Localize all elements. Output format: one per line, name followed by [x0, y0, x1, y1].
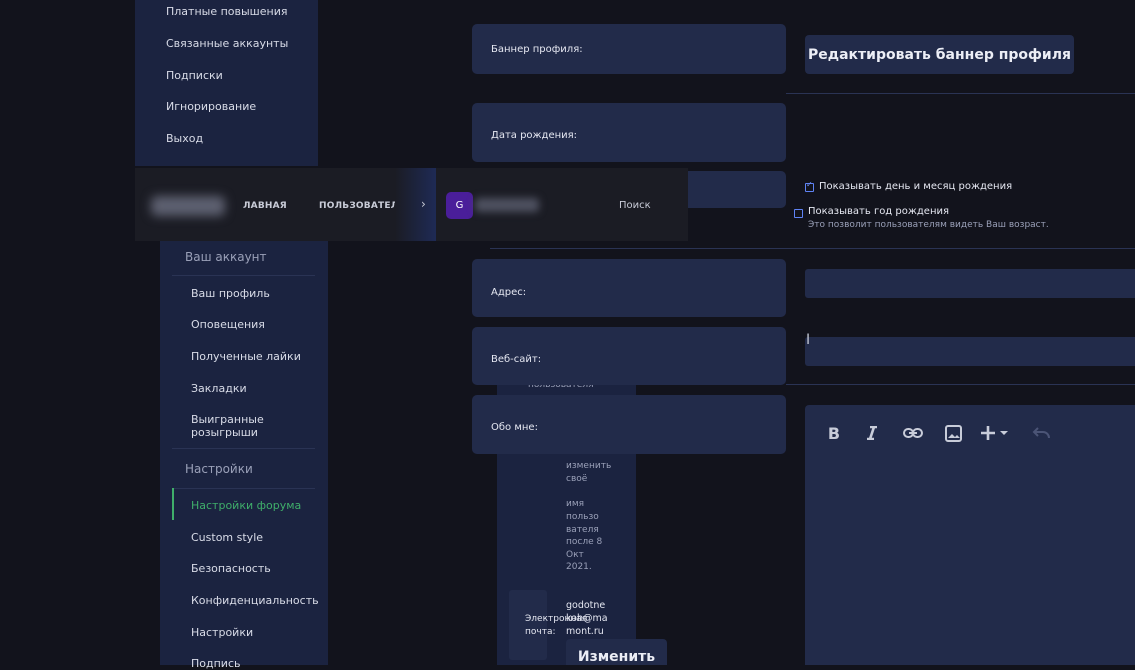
settings-sidebar: Ваш аккаунт Ваш профиль Оповещения Получ…: [160, 240, 328, 670]
website-label: Веб-сайт:: [491, 354, 542, 365]
birthday-label: Дата рождения:: [491, 130, 578, 141]
about-label: Обо мне:: [491, 422, 538, 433]
top-navigation-bar: ЛАВНАЯ ПОЛЬЗОВАТЕЛИ › G Поиск: [135, 168, 688, 241]
divider: [172, 448, 315, 449]
note-line: 2021.: [566, 562, 592, 572]
nav-fade: [395, 168, 436, 241]
show-day-month-label[interactable]: Показывать день и месяц рождения: [819, 181, 1012, 192]
show-year-checkbox[interactable]: [794, 209, 803, 218]
search-button[interactable]: Поиск: [619, 200, 651, 211]
sidebar-item-forum-settings[interactable]: Настройки форума: [191, 499, 301, 512]
nav-home[interactable]: ЛАВНАЯ: [243, 201, 287, 211]
sidebar-item-signature[interactable]: Подпись: [191, 657, 240, 670]
about-label-card: Обо мне:: [472, 395, 786, 454]
about-editor[interactable]: B: [805, 405, 1135, 665]
sidebar-item-giveaways[interactable]: Выигранные розыгрыши: [191, 413, 271, 439]
divider: [786, 93, 1135, 94]
change-email-button[interactable]: Изменить: [566, 639, 667, 665]
note-line: вателя: [566, 525, 599, 535]
note-line: после 8: [566, 537, 603, 547]
image-icon[interactable]: [943, 422, 963, 444]
bold-icon[interactable]: B: [825, 422, 843, 444]
undo-icon[interactable]: [1031, 422, 1053, 444]
divider: [786, 384, 1135, 385]
menu-item-paid-upgrades[interactable]: Платные повышения: [166, 5, 287, 18]
nav-users[interactable]: ПОЛЬЗОВАТЕЛИ: [319, 201, 406, 211]
username-blurred[interactable]: [475, 198, 539, 212]
sidebar-item-custom-style[interactable]: Custom style: [191, 531, 263, 544]
show-year-label[interactable]: Показывать год рождения: [808, 206, 949, 217]
link-icon[interactable]: [901, 422, 925, 444]
website-input[interactable]: [805, 337, 1135, 366]
email-value-line: mont.ru: [566, 626, 604, 637]
italic-icon[interactable]: [863, 422, 881, 444]
divider: [490, 248, 1135, 249]
sidebar-header-settings: Настройки: [185, 462, 253, 476]
address-label-card: Адрес:: [472, 259, 786, 317]
account-dropdown-menu: Платные повышения Связанные аккаунты Под…: [135, 0, 318, 166]
show-year-hint: Это позволит пользователям видеть Ваш во…: [808, 220, 1049, 230]
banner-label: Баннер профиля:: [491, 44, 583, 55]
sidebar-item-security[interactable]: Безопасность: [191, 562, 271, 575]
sidebar-item-alerts[interactable]: Оповещения: [191, 318, 265, 331]
note-line: Окт: [566, 550, 584, 560]
note-line: пользо: [566, 512, 599, 522]
insert-icon[interactable]: [979, 422, 1013, 444]
note-line: изменить своё: [566, 461, 612, 484]
sidebar-header-account: Ваш аккаунт: [185, 250, 267, 264]
show-day-month-checkbox[interactable]: ✓: [805, 180, 814, 192]
note-line: имя: [566, 499, 585, 509]
site-logo[interactable]: [151, 196, 225, 216]
avatar[interactable]: G: [446, 192, 473, 219]
address-input[interactable]: [805, 269, 1135, 298]
birthday-label-card: Дата рождения:: [472, 103, 786, 162]
menu-item-subscriptions[interactable]: Подписки: [166, 69, 223, 82]
email-value-line: godotne: [566, 600, 606, 611]
text-cursor-icon: I: [806, 332, 811, 348]
address-label: Адрес:: [491, 287, 527, 298]
website-label-card: Веб-сайт:: [472, 327, 786, 385]
check-icon: ✓: [806, 180, 813, 189]
menu-item-ignored[interactable]: Игнорирование: [166, 100, 256, 113]
chevron-right-icon: ›: [421, 197, 426, 211]
sidebar-item-settings[interactable]: Настройки: [191, 626, 253, 639]
menu-item-connected-accounts[interactable]: Связанные аккаунты: [166, 37, 288, 50]
active-indicator: [172, 488, 174, 520]
menu-item-logout[interactable]: Выход: [166, 132, 203, 145]
divider: [172, 275, 315, 276]
email-value-line: koh@ma: [566, 613, 608, 624]
sidebar-item-bookmarks[interactable]: Закладки: [191, 382, 247, 395]
sidebar-item-reactions[interactable]: Полученные лайки: [191, 350, 301, 363]
edit-banner-button[interactable]: Редактировать баннер профиля: [805, 35, 1074, 74]
sidebar-item-profile[interactable]: Ваш профиль: [191, 287, 270, 300]
banner-label-card: Баннер профиля:: [472, 24, 786, 74]
divider: [172, 488, 315, 489]
sidebar-item-privacy[interactable]: Конфиденциальность: [191, 594, 319, 607]
